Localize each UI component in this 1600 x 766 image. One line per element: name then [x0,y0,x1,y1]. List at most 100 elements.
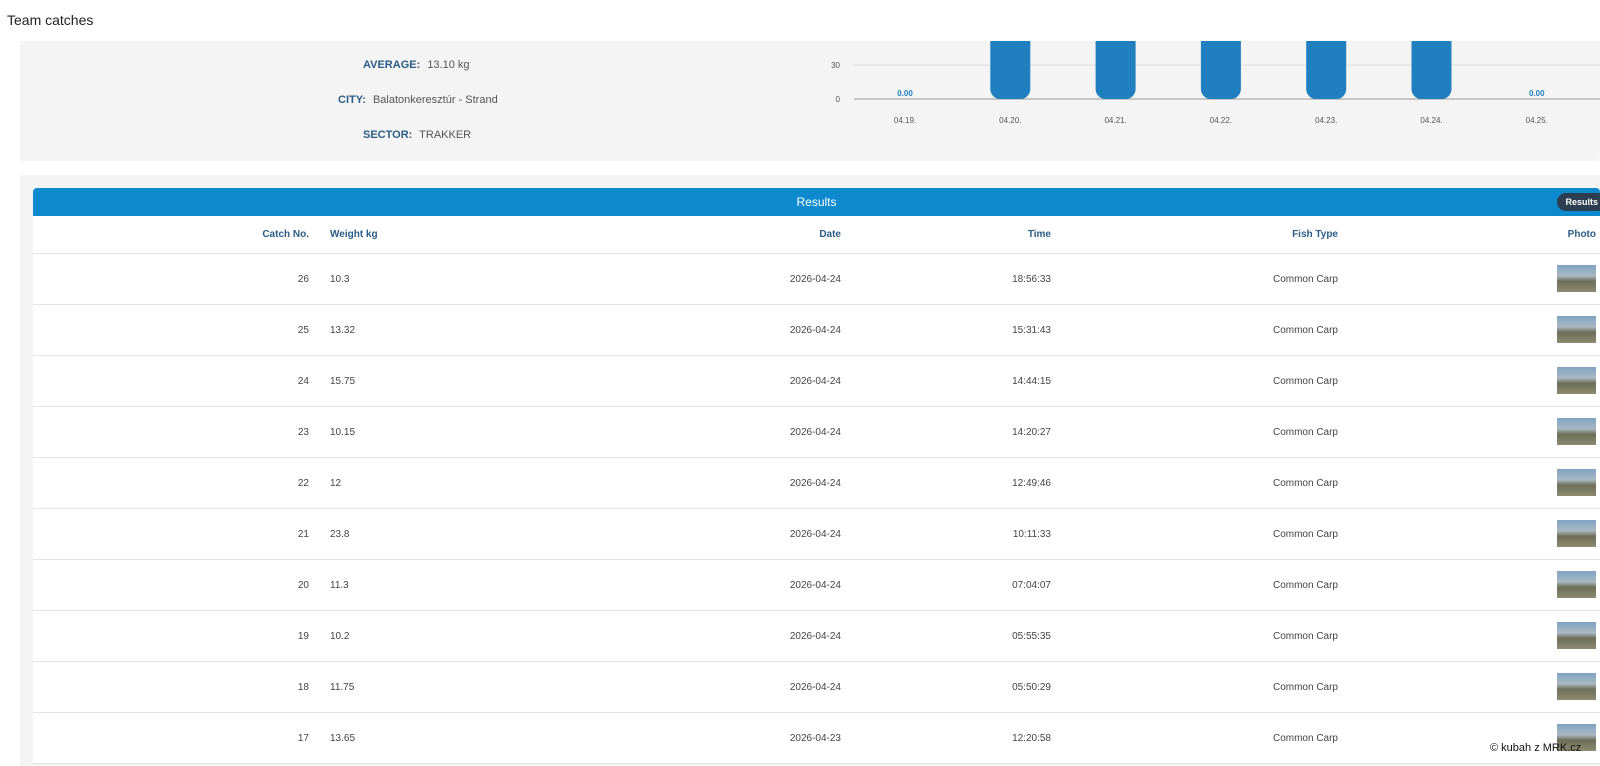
catch-photo-thumbnail[interactable] [1557,622,1596,649]
cell-time: 05:55:35 [1012,631,1051,642]
cell-fish-type: Common Carp [1272,733,1338,744]
results-table: Catch No. Weight kg Date Time Fish Type … [33,216,1600,764]
results-button[interactable]: Results [1557,193,1600,211]
cell-fish-type: Common Carp [1272,274,1338,285]
average-label: AVERAGE: [363,59,421,71]
average-value: 13.10 kg [427,59,470,71]
chart-bar [1200,41,1241,99]
cell-catch-no: 18 [297,682,309,693]
city-row: CITY: Balatonkeresztúr - Strand [338,94,498,106]
cell-time: 12:49:46 [1012,478,1051,489]
cell-date: 2026-04-23 [789,733,841,744]
chart-bar [1095,41,1136,99]
cell-fish-type: Common Carp [1272,427,1338,438]
x-tick-label: 04.24. [1420,116,1442,125]
cell-fish-type: Common Carp [1272,376,1338,387]
table-body: 26 10.3 2026-04-24 18:56:33 Common Carp 25 13.… [33,254,1600,764]
cell-weight: 10.15 [330,427,356,438]
bar-value-label: 0.00 [1529,89,1545,98]
table-row[interactable]: 25 13.32 2026-04-24 15:31:43 Common Carp [33,305,1600,356]
cell-date: 2026-04-24 [789,682,841,693]
catch-photo-thumbnail[interactable] [1557,673,1596,700]
cell-date: 2026-04-24 [789,478,841,489]
cell-weight: 13.32 [330,325,356,336]
cell-weight: 10.2 [330,631,350,642]
table-row[interactable]: 26 10.3 2026-04-24 18:56:33 Common Carp [33,254,1600,305]
table-row[interactable]: 18 11.75 2026-04-24 05:50:29 Common Carp [33,662,1600,713]
x-tick-label: 04.25. [1526,116,1548,125]
cell-weight: 15.75 [330,376,356,387]
cell-date: 2026-04-24 [789,427,841,438]
table-row[interactable]: 24 15.75 2026-04-24 14:44:15 Common Carp [33,356,1600,407]
catch-photo-thumbnail[interactable] [1557,469,1596,496]
cell-date: 2026-04-24 [789,325,841,336]
bar-value-label: 0.00 [897,89,913,98]
y-tick-label: 0 [836,95,841,104]
header-time[interactable]: Time [1028,229,1051,240]
chart-bar [1306,41,1347,99]
table-row[interactable]: 17 13.65 2026-04-23 12:20:58 Common Carp [33,713,1600,764]
cell-catch-no: 24 [297,376,309,387]
catch-photo-thumbnail[interactable] [1557,520,1596,547]
cell-weight: 10.3 [330,274,350,285]
chart-bar [1411,41,1452,99]
catch-photo-thumbnail[interactable] [1557,265,1596,292]
sector-row: SECTOR: TRAKKER [363,129,471,141]
city-value: Balatonkeresztúr - Strand [372,94,498,106]
x-tick-label: 04.23. [1315,116,1337,125]
cell-fish-type: Common Carp [1272,580,1338,591]
sector-label: SECTOR: [363,129,413,141]
cell-fish-type: Common Carp [1272,478,1338,489]
cell-fish-type: Common Carp [1272,631,1338,642]
header-fish-type[interactable]: Fish Type [1292,229,1338,240]
cell-weight: 13.65 [330,733,356,744]
sector-value: TRAKKER [419,129,472,141]
cell-time: 07:04:07 [1012,580,1051,591]
cell-fish-type: Common Carp [1272,325,1338,336]
cell-weight: 11.3 [330,580,349,591]
table-row[interactable]: 20 11.3 2026-04-24 07:04:07 Common Carp [33,560,1600,611]
header-date[interactable]: Date [819,229,841,240]
cell-date: 2026-04-24 [789,631,841,642]
cell-catch-no: 21 [297,529,309,540]
header-catch-no[interactable]: Catch No. [262,229,309,240]
cell-time: 05:50:29 [1012,682,1051,693]
header-weight[interactable]: Weight kg [330,229,378,240]
header-photo: Photo [1567,229,1596,240]
cell-time: 14:20:27 [1012,427,1051,438]
cell-time: 14:44:15 [1012,376,1051,387]
bar-value-label: 11.90 [1106,76,1126,85]
x-tick-label: 04.19. [894,116,916,125]
x-tick-label: 04.22. [1210,116,1232,125]
catch-photo-thumbnail[interactable] [1557,367,1596,394]
catch-photo-thumbnail[interactable] [1557,571,1596,598]
cell-catch-no: 17 [297,733,309,744]
cell-weight: 12 [330,478,342,489]
x-tick-label: 04.21. [1104,116,1126,125]
watermark: © kubah z MRK.cz [1490,742,1582,754]
table-header: Catch No. Weight kg Date Time Fish Type … [33,216,1600,254]
table-row[interactable]: 23 10.15 2026-04-24 14:20:27 Common Carp [33,407,1600,458]
window-title: Team catches [7,12,94,28]
catches-bar-chart: 0 30 0.00 04.19. 42.32 04.20. 11.90 04.21. 04.22… [831,41,1600,125]
cell-date: 2026-04-24 [789,580,841,591]
catch-photo-thumbnail[interactable] [1557,418,1596,445]
table-row[interactable]: 21 23.8 2026-04-24 10:11:33 Common Carp [33,509,1600,560]
cell-time: 10:11:33 [1012,529,1051,540]
cell-time: 15:31:43 [1012,325,1051,336]
cell-date: 2026-04-24 [789,274,841,285]
results-header: Results Results [33,188,1600,216]
cell-time: 18:56:33 [1012,274,1051,285]
y-tick-label: 30 [831,61,840,70]
cell-time: 12:20:58 [1012,733,1051,744]
table-row[interactable]: 19 10.2 2026-04-24 05:55:35 Common Carp [33,611,1600,662]
cell-date: 2026-04-24 [789,376,841,387]
average-row: AVERAGE: 13.10 kg [363,59,470,71]
city-label: CITY: [338,94,366,106]
bar-value-label: 42.32 [1000,41,1021,50]
catch-photo-thumbnail[interactable] [1557,316,1596,343]
results-title: Results [796,195,837,209]
cell-fish-type: Common Carp [1272,682,1338,693]
cell-catch-no: 25 [297,325,309,336]
table-row[interactable]: 22 12 2026-04-24 12:49:46 Common Carp [33,458,1600,509]
